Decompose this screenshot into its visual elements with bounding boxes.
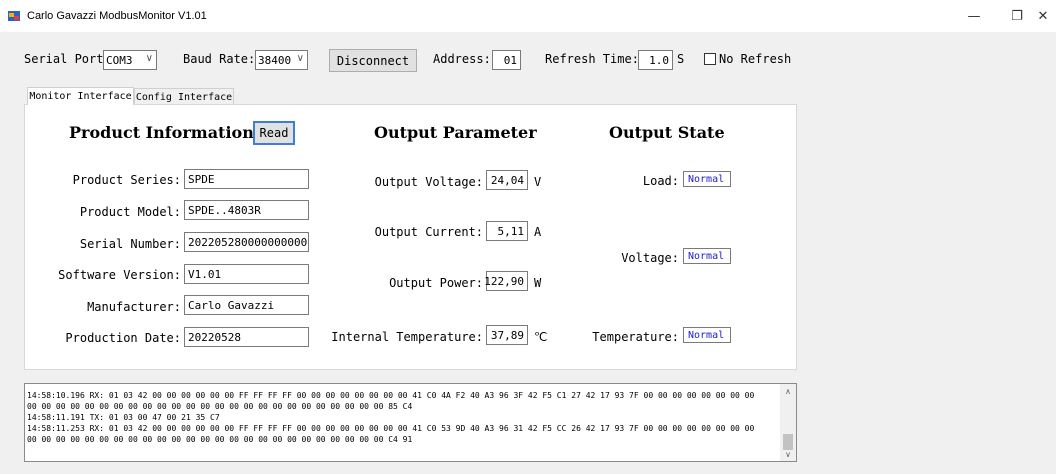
communication-log[interactable]: 14:58:10.196 RX: 01 03 42 00 00 00 00 00…: [24, 383, 797, 462]
output-power-label: Output Power:: [389, 276, 483, 290]
log-scrollbar[interactable]: ∧ ∨: [780, 384, 796, 461]
voltage-state-value: Normal: [683, 248, 731, 264]
production-date-field[interactable]: 20220528: [184, 327, 309, 347]
serial-port-select[interactable]: COM3 ∨: [103, 50, 157, 70]
product-model-label: Product Model:: [79, 205, 181, 219]
product-series-field[interactable]: SPDE: [184, 169, 309, 189]
output-power-unit: W: [534, 276, 542, 290]
baud-rate-select[interactable]: 38400 ∨: [255, 50, 308, 70]
manufacturer-label: Manufacturer:: [87, 300, 181, 314]
refresh-time-input[interactable]: 1.0: [638, 50, 673, 70]
baud-rate-value: 38400: [258, 53, 292, 67]
serial-number-label: Serial Number:: [79, 237, 181, 251]
software-version-field[interactable]: V1.01: [184, 264, 309, 284]
output-current-label: Output Current:: [374, 225, 483, 239]
log-line: 14:58:11.191 TX: 01 03 00 47 00 21 35 C7: [27, 413, 220, 422]
output-voltage-unit: V: [534, 175, 542, 189]
chevron-down-icon: ∨: [296, 53, 304, 64]
tab-monitor-interface[interactable]: Monitor Interface: [27, 87, 134, 105]
product-series-label: Product Series:: [72, 173, 181, 187]
product-information-title: Product Information: [69, 123, 254, 142]
output-parameter-title: Output Parameter: [374, 123, 537, 142]
product-model-field[interactable]: SPDE..4803R: [184, 200, 309, 220]
address-label: Address:: [433, 52, 491, 66]
chevron-down-icon: ∨: [145, 53, 153, 64]
log-line: 00 00 00 00 00 00 00 00 00 00 00 00 00 0…: [27, 435, 413, 444]
baud-rate-label: Baud Rate:: [183, 52, 256, 66]
log-line: 00 00 00 00 00 00 00 00 00 00 00 00 00 0…: [27, 402, 413, 411]
serial-port-value: COM3: [106, 53, 133, 67]
internal-temperature-field[interactable]: 37,89: [486, 325, 528, 345]
close-icon[interactable]: ✕: [1030, 0, 1056, 32]
temperature-state-label: Temperature:: [592, 330, 679, 344]
output-voltage-label: Output Voltage:: [374, 175, 483, 189]
scroll-down-icon[interactable]: ∨: [780, 447, 796, 461]
app-icon: [8, 11, 20, 21]
refresh-time-label: Refresh Time:: [545, 52, 639, 66]
voltage-state-label: Voltage:: [621, 251, 679, 265]
internal-temperature-unit: ℃: [534, 330, 548, 344]
manufacturer-field[interactable]: Carlo Gavazzi: [184, 295, 309, 315]
output-current-field[interactable]: 5,11: [486, 221, 528, 241]
log-line: 14:58:11.253 RX: 01 03 42 00 00 00 00 00…: [27, 424, 755, 433]
tab-config-interface[interactable]: Config Interface: [134, 88, 234, 105]
no-refresh-checkbox[interactable]: [704, 53, 716, 65]
scroll-up-icon[interactable]: ∧: [780, 384, 796, 398]
output-power-field[interactable]: 122,90: [484, 271, 528, 291]
load-state-label: Load:: [642, 174, 679, 188]
load-state-value: Normal: [683, 171, 731, 187]
no-refresh-label[interactable]: No Refresh: [719, 52, 791, 66]
output-voltage-field[interactable]: 24,04: [486, 170, 528, 190]
serial-port-label: Serial Port:: [24, 52, 111, 66]
log-line: 14:58:10.196 RX: 01 03 42 00 00 00 00 00…: [27, 391, 755, 400]
minimize-icon[interactable]: —: [956, 0, 992, 32]
address-input[interactable]: 01: [492, 50, 521, 70]
temperature-state-value: Normal: [683, 327, 731, 343]
production-date-label: Production Date:: [65, 331, 181, 345]
output-state-title: Output State: [609, 123, 725, 142]
internal-temperature-label: Internal Temperature:: [331, 330, 483, 344]
serial-number-field[interactable]: 2022052800000000000 1: [184, 232, 309, 252]
refresh-unit-label: S: [677, 52, 685, 66]
disconnect-button[interactable]: Disconnect: [329, 49, 417, 72]
read-button[interactable]: Read: [253, 121, 295, 145]
window-title: Carlo Gavazzi ModbusMonitor V1.01: [27, 10, 207, 22]
output-current-unit: A: [534, 225, 542, 239]
software-version-label: Software Version:: [58, 268, 181, 282]
title-bar: Carlo Gavazzi ModbusMonitor V1.01 — ❐ ✕: [0, 0, 1056, 32]
